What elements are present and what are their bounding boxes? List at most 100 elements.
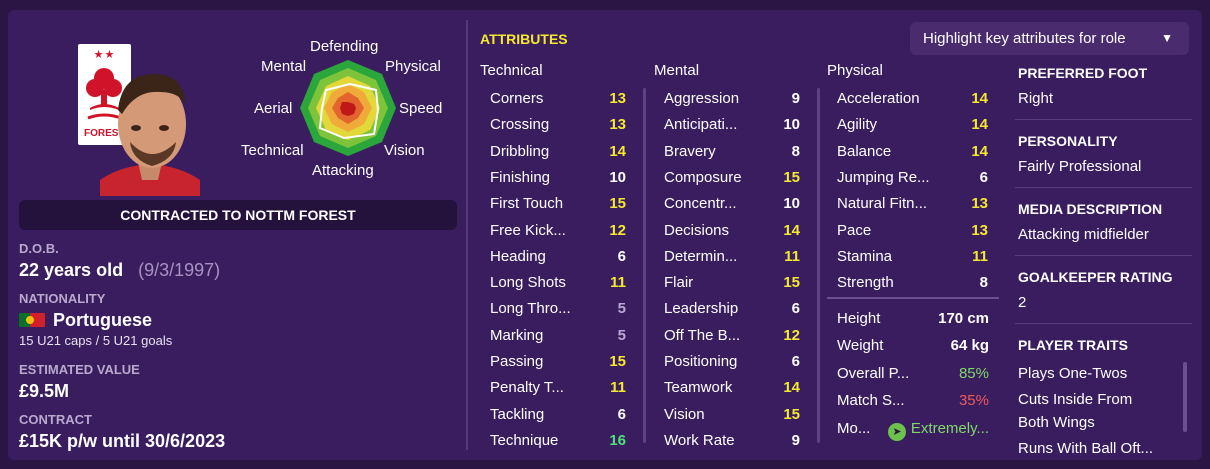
nationality-value[interactable]: Portuguese: [19, 310, 152, 331]
attribute-name: Tackling: [490, 405, 545, 423]
attribute-name: Flair: [664, 274, 694, 292]
technical-attribute-row[interactable]: First Touch 15: [490, 195, 626, 221]
attribute-value: 11: [610, 274, 626, 292]
trait-item[interactable]: Cuts Inside From: [1018, 391, 1132, 408]
attribute-value: 14: [783, 221, 800, 239]
technical-attribute-row[interactable]: Finishing 10: [490, 169, 626, 195]
technical-attribute-row[interactable]: Long Shots 11: [490, 274, 626, 300]
physical-attribute-row[interactable]: Agility 14: [837, 116, 988, 142]
mental-attribute-row[interactable]: Leadership 6: [664, 300, 800, 326]
detail-row[interactable]: Match S... 35%: [837, 392, 989, 418]
attribute-value: 11: [972, 247, 988, 265]
technical-attribute-row[interactable]: Technique 16: [490, 432, 626, 458]
attribute-value: 12: [609, 221, 626, 239]
attribute-radar-chart: [300, 60, 396, 156]
trait-item[interactable]: Plays One-Twos: [1018, 365, 1127, 382]
detail-name: Height: [837, 310, 881, 327]
info-divider: [1015, 119, 1192, 120]
portugal-flag-icon: [19, 313, 45, 327]
physical-attribute-row[interactable]: Strength 8: [837, 274, 988, 300]
attribute-name: Dribbling: [490, 142, 550, 160]
mental-attribute-row[interactable]: Concentr... 10: [664, 195, 800, 221]
mental-attribute-row[interactable]: Teamwork 14: [664, 379, 800, 405]
attribute-value: 9: [791, 431, 800, 449]
detail-row: Height 170 cm: [837, 310, 989, 336]
mental-attribute-row[interactable]: Aggression 9: [664, 90, 800, 116]
technical-attribute-row[interactable]: Heading 6: [490, 248, 626, 274]
info-divider: [1015, 323, 1192, 324]
physical-attribute-row[interactable]: Stamina 11: [837, 248, 988, 274]
traits-scrollbar[interactable]: [1183, 362, 1187, 432]
technical-attribute-row[interactable]: Marking 5: [490, 327, 626, 353]
trait-item[interactable]: Both Wings: [1018, 414, 1095, 431]
attribute-value: 6: [791, 353, 800, 370]
attribute-value: 15: [783, 405, 800, 423]
highlight-role-button[interactable]: Highlight key attributes for role ▼: [910, 22, 1189, 55]
physical-attribute-row[interactable]: Balance 14: [837, 143, 988, 169]
detail-row: Weight 64 kg: [837, 337, 989, 363]
mental-attribute-row[interactable]: Composure 15: [664, 169, 800, 195]
attribute-name: Composure: [664, 168, 742, 186]
attribute-name: Long Shots: [490, 274, 566, 292]
attribute-value: 6: [979, 168, 988, 186]
attribute-value: 13: [971, 195, 988, 213]
technical-attribute-row[interactable]: Tackling 6: [490, 406, 626, 432]
mental-attribute-row[interactable]: Flair 15: [664, 274, 800, 300]
detail-row[interactable]: Overall P... 85%: [837, 365, 989, 391]
technical-attribute-row[interactable]: Long Thro... 5: [490, 300, 626, 326]
media-description-label: MEDIA DESCRIPTION: [1018, 201, 1163, 217]
personality-value: Fairly Professional: [1018, 158, 1142, 175]
attribute-value: 5: [617, 326, 626, 344]
physical-attribute-row[interactable]: Acceleration 14: [837, 90, 988, 116]
attribute-value: 15: [783, 168, 800, 186]
attribute-value: 14: [783, 379, 800, 397]
attribute-name: Balance: [837, 142, 892, 160]
mental-attribute-row[interactable]: Work Rate 9: [664, 432, 800, 458]
radar-label-technical: Technical: [241, 142, 304, 159]
physical-attribute-row[interactable]: Pace 13: [837, 222, 988, 248]
mental-attribute-row[interactable]: Off The B... 12: [664, 327, 800, 353]
attribute-value: 14: [971, 116, 988, 134]
trait-item[interactable]: Runs With Ball Oft...: [1018, 440, 1153, 457]
attribute-name: Finishing: [490, 168, 551, 186]
attribute-value: 9: [791, 90, 800, 107]
technical-attribute-row[interactable]: Dribbling 14: [490, 143, 626, 169]
attribute-name: Jumping Re...: [837, 168, 930, 186]
attribute-name: Acceleration: [837, 90, 920, 107]
mental-attribute-row[interactable]: Decisions 14: [664, 222, 800, 248]
technical-attribute-row[interactable]: Passing 15: [490, 353, 626, 379]
attribute-value: 16: [609, 431, 626, 449]
physical-attribute-row[interactable]: Jumping Re... 6: [837, 169, 988, 195]
attribute-name: Positioning: [664, 353, 738, 370]
radar-label-defending: Defending: [310, 38, 379, 55]
caps-text: 15 U21 caps / 5 U21 goals: [19, 333, 173, 348]
technical-attribute-row[interactable]: Corners 13: [490, 90, 626, 116]
mental-attribute-row[interactable]: Determin... 11: [664, 248, 800, 274]
attribute-name: Passing: [490, 353, 544, 370]
value-label: ESTIMATED VALUE: [19, 362, 140, 377]
detail-row[interactable]: Mo... ➤ Extremely...: [837, 420, 989, 446]
detail-value: 170 cm: [938, 310, 989, 327]
technical-attribute-row[interactable]: Crossing 13: [490, 116, 626, 142]
physical-attribute-row[interactable]: Natural Fitn... 13: [837, 195, 988, 221]
dob-value: (9/3/1997): [138, 260, 221, 280]
mental-attribute-row[interactable]: Bravery 8: [664, 143, 800, 169]
mental-attribute-row[interactable]: Vision 15: [664, 406, 800, 432]
attribute-value: 8: [791, 142, 800, 160]
chevron-down-icon: ▼: [1161, 31, 1173, 45]
attribute-name: Long Thro...: [490, 300, 571, 318]
age-value: 22 years old (9/3/1997): [19, 260, 220, 281]
mental-header: Mental: [654, 62, 700, 79]
mental-attribute-row[interactable]: Anticipati... 10: [664, 116, 800, 142]
attribute-name: First Touch: [490, 195, 564, 213]
technical-attribute-row[interactable]: Penalty T... 11: [490, 379, 626, 405]
technical-attribute-row[interactable]: Free Kick... 12: [490, 222, 626, 248]
info-divider: [1015, 187, 1192, 188]
radar-label-aerial: Aerial: [254, 100, 293, 117]
attribute-value: 15: [609, 353, 626, 370]
detail-value: 35%: [958, 392, 989, 409]
attribute-value: 13: [609, 90, 626, 107]
attribute-name: Work Rate: [664, 431, 735, 449]
goalkeeper-rating-label: GOALKEEPER RATING: [1018, 269, 1173, 285]
mental-attribute-row[interactable]: Positioning 6: [664, 353, 800, 379]
